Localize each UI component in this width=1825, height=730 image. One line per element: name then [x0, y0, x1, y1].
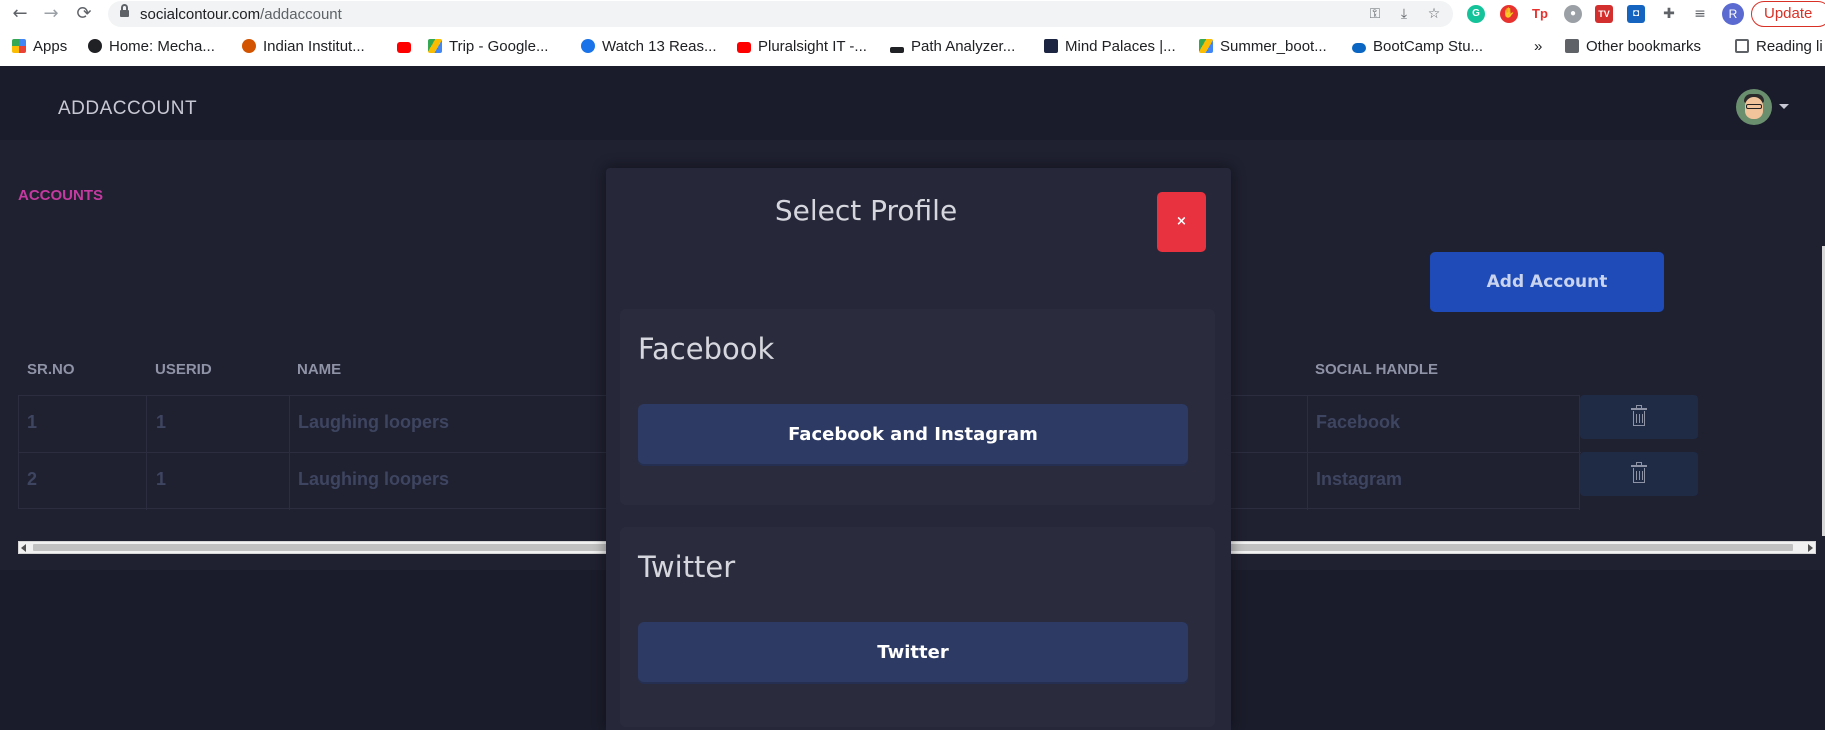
grammarly-extension-icon[interactable]: G	[1467, 5, 1485, 23]
youtube-icon	[397, 42, 411, 53]
bookmark-label: Trip - Google...	[449, 38, 549, 55]
cell-social-handle: Facebook	[1316, 412, 1401, 432]
facebook-section: Facebook Facebook and Instagram	[620, 309, 1215, 505]
column-header-name: NAME	[297, 361, 342, 378]
browser-profile-avatar[interactable]: R	[1722, 3, 1744, 25]
reload-icon[interactable]: ⟳	[73, 3, 95, 25]
bookmark-item[interactable]	[397, 37, 418, 57]
scroll-left-icon[interactable]	[21, 544, 26, 552]
section-title: Twitter	[638, 550, 736, 584]
reading-list-label: Reading li	[1756, 38, 1823, 55]
column-header-srno: SR.NO	[27, 361, 75, 378]
scroll-right-icon[interactable]	[1808, 544, 1813, 552]
apps-grid-icon	[12, 39, 26, 53]
bookmark-item[interactable]: BootCamp Stu...	[1352, 37, 1483, 57]
cell-social-handle: Instagram	[1316, 469, 1403, 489]
bookmark-label: Home: Mecha...	[109, 38, 215, 55]
url-path: /addaccount	[260, 6, 342, 23]
close-button[interactable]: ×	[1157, 192, 1206, 252]
chevron-down-icon[interactable]	[1779, 104, 1789, 109]
column-header-userid: USERID	[155, 361, 212, 378]
youtube-icon	[737, 42, 751, 53]
media-queue-icon[interactable]: ≡	[1691, 5, 1709, 23]
google-drive-icon	[1199, 39, 1213, 53]
address-bar[interactable]: socialcontour.com/addaccount ⚿ ⤓ ☆	[108, 1, 1453, 27]
bookmark-label: Apps	[33, 38, 68, 55]
google-drive-icon	[428, 39, 442, 53]
user-avatar[interactable]	[1736, 89, 1772, 125]
tv-extension-icon[interactable]: TV	[1595, 5, 1613, 23]
h-logo-icon	[1044, 39, 1058, 53]
tp-extension-icon[interactable]: Tp	[1531, 5, 1549, 23]
reading-list[interactable]: Reading li	[1735, 37, 1823, 57]
twitter-section: Twitter Twitter	[620, 527, 1215, 727]
page-title: ADDACCOUNT	[58, 98, 198, 119]
cell-name: Laughing loopers	[298, 412, 449, 432]
select-profile-modal: Select Profile × Facebook Facebook and I…	[606, 168, 1231, 730]
facebook-and-instagram-button[interactable]: Facebook and Instagram	[638, 404, 1188, 466]
reading-list-icon	[1735, 39, 1749, 53]
cell-userid: 1	[156, 469, 167, 489]
github-icon	[88, 39, 102, 53]
bookmark-item[interactable]: Summer_boot...	[1199, 37, 1327, 57]
bookmark-label: Indian Institut...	[263, 38, 365, 55]
shield-extension-icon[interactable]: ◘	[1627, 5, 1645, 23]
url-text[interactable]: socialcontour.com/addaccount	[140, 6, 342, 23]
bookmark-item[interactable]: Mind Palaces |...	[1044, 37, 1176, 57]
delete-button[interactable]	[1580, 395, 1698, 439]
circle-extension-icon[interactable]: ●	[1564, 5, 1582, 23]
bookmarks-bar: Apps Home: Mecha... Indian Institut... T…	[0, 33, 1825, 61]
bookmark-item[interactable]: Pluralsight IT -...	[737, 37, 867, 57]
bookmark-label: Summer_boot...	[1220, 38, 1327, 55]
bookmark-label: Watch 13 Reas...	[602, 38, 717, 55]
update-button[interactable]: Update	[1751, 1, 1825, 27]
delete-button[interactable]	[1580, 452, 1698, 496]
trash-icon	[1631, 405, 1647, 426]
extensions-puzzle-icon[interactable]: ✚	[1660, 5, 1678, 23]
trash-icon	[1631, 462, 1647, 483]
browser-chrome: ← → ⟳ socialcontour.com/addaccount ⚿ ⤓ ☆…	[0, 0, 1825, 66]
install-app-icon[interactable]: ⤓	[1395, 5, 1413, 23]
bookmark-label: Path Analyzer...	[911, 38, 1016, 55]
bookmark-label: Other bookmarks	[1586, 38, 1702, 55]
bookmark-item[interactable]: Path Analyzer...	[890, 37, 1015, 57]
key-icon[interactable]: ⚿	[1366, 5, 1384, 23]
cell-srno: 2	[27, 469, 38, 489]
accounts-heading: ACCOUNTS	[18, 187, 103, 204]
other-bookmarks[interactable]: Other bookmarks	[1565, 37, 1701, 57]
bookmark-item[interactable]: Trip - Google...	[428, 37, 548, 57]
browser-toolbar: ← → ⟳ socialcontour.com/addaccount ⚿ ⤓ ☆…	[0, 0, 1825, 28]
institute-logo-icon	[242, 39, 256, 53]
bookmarks-overflow-button[interactable]: »	[1534, 37, 1542, 57]
path-analyzer-icon	[890, 47, 904, 53]
bookmark-apps[interactable]: Apps	[12, 37, 67, 57]
twitter-button[interactable]: Twitter	[638, 622, 1188, 684]
bookmark-star-icon[interactable]: ☆	[1425, 5, 1443, 23]
bookmark-item[interactable]: Indian Institut...	[242, 37, 365, 57]
column-header-social-handle: SOCIAL HANDLE	[1315, 361, 1439, 378]
folder-icon	[1565, 39, 1579, 53]
bookmark-label: BootCamp Stu...	[1373, 38, 1484, 55]
modal-title: Select Profile	[774, 194, 958, 227]
adblock-extension-icon[interactable]: ✋	[1500, 5, 1518, 23]
onedrive-icon	[1352, 43, 1366, 53]
section-title: Facebook	[638, 332, 775, 366]
cell-name: Laughing loopers	[298, 469, 449, 489]
bookmark-label: Mind Palaces |...	[1065, 38, 1176, 55]
url-domain: socialcontour.com	[140, 6, 261, 23]
cell-userid: 1	[156, 412, 167, 432]
forward-arrow-icon[interactable]: →	[40, 3, 62, 25]
bookmark-label: Pluralsight IT -...	[758, 38, 867, 55]
s-logo-icon	[581, 39, 595, 53]
back-arrow-icon[interactable]: ←	[9, 3, 31, 25]
add-account-button[interactable]: Add Account	[1430, 252, 1664, 312]
cell-srno: 1	[27, 412, 38, 432]
bookmark-item[interactable]: Home: Mecha...	[88, 37, 215, 57]
bookmark-item[interactable]: Watch 13 Reas...	[581, 37, 717, 57]
lock-icon	[120, 4, 129, 18]
